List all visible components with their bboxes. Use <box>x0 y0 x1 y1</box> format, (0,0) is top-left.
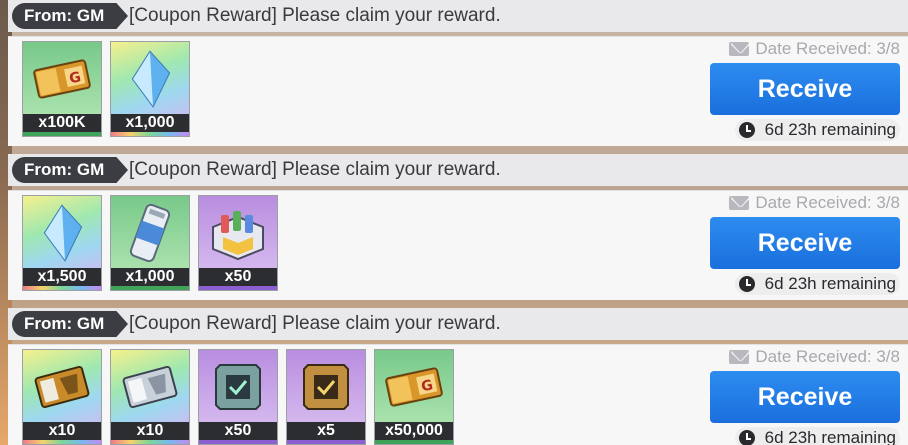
receive-button[interactable]: Receive <box>710 63 900 115</box>
receive-button[interactable]: Receive <box>710 217 900 269</box>
rarity-bar <box>375 440 453 444</box>
envelope-icon <box>729 196 750 210</box>
date-received-label: Date Received: 3/8 <box>755 39 900 58</box>
reward-item[interactable]: G x50,000 <box>374 349 454 445</box>
reward-quantity: x10 <box>23 422 101 440</box>
drink-crate-icon <box>199 196 277 270</box>
reward-item[interactable]: x10 <box>22 349 102 445</box>
reward-quantity: x5 <box>287 422 365 440</box>
rarity-bar <box>111 440 189 444</box>
mail-subject: [Coupon Reward] Please claim your reward… <box>129 159 501 180</box>
rarity-bar <box>111 132 189 136</box>
rarity-bar <box>199 440 277 444</box>
mail-list: From: GM [Coupon Reward] Please claim yo… <box>8 0 908 445</box>
envelope-icon <box>729 42 750 56</box>
reward-list: x10 x10 x50 x5 G x50,000 <box>22 349 454 445</box>
reward-list: G x100K x1,000 <box>22 41 190 137</box>
rarity-bar <box>199 286 277 290</box>
date-received: Date Received: 3/8 <box>729 347 900 367</box>
reward-quantity: x50,000 <box>375 422 453 440</box>
time-remaining: 6d 23h remaining <box>734 119 900 141</box>
reward-item[interactable]: x10 <box>110 349 190 445</box>
reward-quantity: x50 <box>199 422 277 440</box>
reward-item[interactable]: x1,500 <box>22 195 102 291</box>
rarity-bar <box>23 440 101 444</box>
mail-body: x1,500 x1,000 x50 Date Received: 3/8 Rec… <box>8 190 908 300</box>
reward-list: x1,500 x1,000 x50 <box>22 195 278 291</box>
envelope-icon <box>729 350 750 364</box>
clock-icon <box>738 276 755 292</box>
time-remaining-label: 6d 23h remaining <box>764 274 896 293</box>
rarity-bar <box>111 286 189 290</box>
mail-subject: [Coupon Reward] Please claim your reward… <box>129 5 501 26</box>
mail-body: x10 x10 x50 x5 G x50,000 Date Received: … <box>8 344 908 445</box>
sender-badge: From: GM <box>12 311 128 337</box>
reward-quantity: x10 <box>111 422 189 440</box>
reward-item[interactable]: x5 <box>286 349 366 445</box>
reward-item[interactable]: x50 <box>198 349 278 445</box>
rarity-bar <box>23 132 101 136</box>
gold-ticket-icon <box>23 350 101 424</box>
mail-header: From: GM [Coupon Reward] Please claim yo… <box>8 308 908 340</box>
rarity-bar <box>23 286 101 290</box>
date-received: Date Received: 3/8 <box>729 39 900 59</box>
date-received-label: Date Received: 3/8 <box>755 347 900 366</box>
blue-crystal-icon <box>23 196 101 270</box>
clock-icon <box>738 430 755 445</box>
chip-frame-icon <box>287 350 365 424</box>
sender-badge: From: GM <box>12 157 128 183</box>
reward-quantity: x50 <box>199 268 277 286</box>
receive-button[interactable]: Receive <box>710 371 900 423</box>
time-remaining-label: 6d 23h remaining <box>764 428 896 445</box>
reward-quantity: x1,000 <box>111 114 189 132</box>
chip-frame-icon <box>199 350 277 424</box>
mail-subject: [Coupon Reward] Please claim your reward… <box>129 313 501 334</box>
time-remaining: 6d 23h remaining <box>734 273 900 295</box>
blue-crystal-icon <box>111 42 189 116</box>
mail-item: From: GM [Coupon Reward] Please claim yo… <box>8 154 908 308</box>
mail-item: From: GM [Coupon Reward] Please claim yo… <box>8 308 908 445</box>
reward-quantity: x1,000 <box>111 268 189 286</box>
time-remaining-label: 6d 23h remaining <box>764 120 896 139</box>
gold-ticket-icon: G <box>375 350 453 424</box>
reward-item[interactable]: G x100K <box>22 41 102 137</box>
date-received: Date Received: 3/8 <box>729 193 900 213</box>
energy-can-icon <box>111 196 189 270</box>
rarity-bar <box>287 440 365 444</box>
reward-quantity: x1,500 <box>23 268 101 286</box>
reward-item[interactable]: x50 <box>198 195 278 291</box>
mail-header: From: GM [Coupon Reward] Please claim yo… <box>8 0 908 32</box>
date-received-label: Date Received: 3/8 <box>755 193 900 212</box>
mail-item: From: GM [Coupon Reward] Please claim yo… <box>8 0 908 154</box>
clock-icon <box>738 122 755 138</box>
reward-item[interactable]: x1,000 <box>110 41 190 137</box>
mail-body: G x100K x1,000 Date Received: 3/8 Receiv… <box>8 36 908 146</box>
sender-badge: From: GM <box>12 3 128 29</box>
reward-item[interactable]: x1,000 <box>110 195 190 291</box>
silver-ticket-icon <box>111 350 189 424</box>
time-remaining: 6d 23h remaining <box>734 427 900 445</box>
gold-ticket-icon: G <box>23 42 101 116</box>
reward-quantity: x100K <box>23 114 101 132</box>
mail-header: From: GM [Coupon Reward] Please claim yo… <box>8 154 908 186</box>
